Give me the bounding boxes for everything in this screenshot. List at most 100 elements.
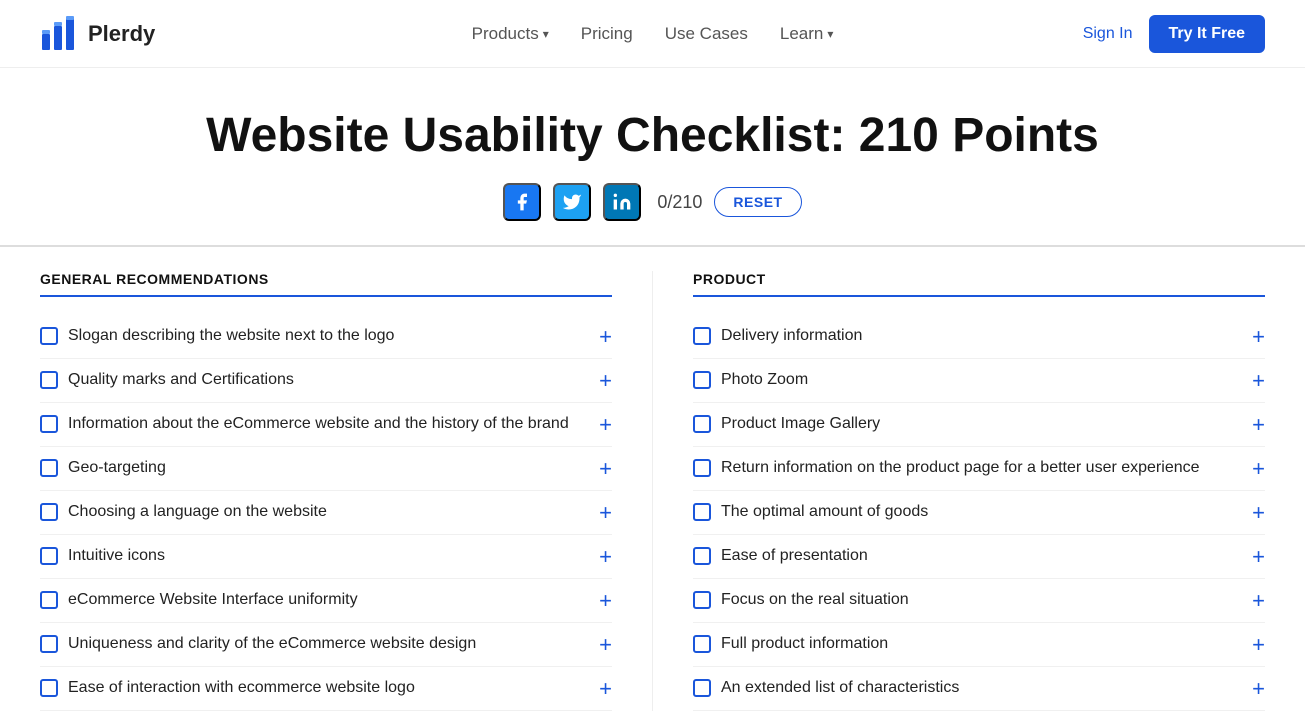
linkedin-icon <box>612 192 632 212</box>
add-note-button[interactable]: + <box>599 545 612 568</box>
checklist-item-label: Full product information <box>721 633 888 655</box>
add-note-button[interactable]: + <box>599 457 612 480</box>
logo-text: Plerdy <box>88 21 155 47</box>
checklist-item: Quality marks and Certifications + <box>40 359 612 403</box>
checklist-item-left: Full product information <box>693 633 1244 655</box>
checklist-item-left: Focus on the real situation <box>693 589 1244 611</box>
checklist-item-left: Ease of interaction with ecommerce websi… <box>40 677 591 699</box>
checklist-item-left: The optimal amount of goods <box>693 501 1244 523</box>
product-section-title: PRODUCT <box>693 271 1265 297</box>
checklist-item-label: Delivery information <box>721 325 862 347</box>
checklist-checkbox[interactable] <box>40 415 58 433</box>
checklist-item-label: Ease of interaction with ecommerce websi… <box>68 677 415 699</box>
nav-products[interactable]: Products ▾ <box>472 24 549 44</box>
checklist-checkbox[interactable] <box>693 371 711 389</box>
add-note-button[interactable]: + <box>1252 457 1265 480</box>
checklist-item-left: Intuitive icons <box>40 545 591 567</box>
add-note-button[interactable]: + <box>599 501 612 524</box>
checklist-checkbox[interactable] <box>40 327 58 345</box>
checklist-checkbox[interactable] <box>40 459 58 477</box>
nav-learn[interactable]: Learn ▾ <box>780 24 834 44</box>
facebook-icon <box>512 192 532 212</box>
checklist-item: An extended list of characteristics + <box>693 667 1265 711</box>
add-note-button[interactable]: + <box>599 369 612 392</box>
checklist-item: Photo Zoom + <box>693 359 1265 403</box>
add-note-button[interactable]: + <box>1252 369 1265 392</box>
checklist-item: Delivery information + <box>693 315 1265 359</box>
checklist-item: Choosing a language on the website + <box>40 491 612 535</box>
nav-use-cases[interactable]: Use Cases <box>665 24 748 44</box>
general-items-list: Slogan describing the website next to th… <box>40 315 612 711</box>
product-column: PRODUCT Delivery information + Photo Zoo… <box>652 271 1265 711</box>
checklist-checkbox[interactable] <box>693 547 711 565</box>
facebook-share-button[interactable] <box>503 183 541 221</box>
checklist-item: Information about the eCommerce website … <box>40 403 612 447</box>
checklist-item: Uniqueness and clarity of the eCommerce … <box>40 623 612 667</box>
progress-counter: 0/210 <box>657 192 702 213</box>
add-note-button[interactable]: + <box>1252 589 1265 612</box>
checklist-item-label: Geo-targeting <box>68 457 166 479</box>
checklist-item-left: Product Image Gallery <box>693 413 1244 435</box>
checklist-checkbox[interactable] <box>40 679 58 697</box>
hero-section: Website Usability Checklist: 210 Points … <box>0 68 1305 245</box>
chevron-down-icon: ▾ <box>543 27 549 41</box>
add-note-button[interactable]: + <box>599 325 612 348</box>
checklist-item: Ease of presentation + <box>693 535 1265 579</box>
checklist-wrapper: GENERAL RECOMMENDATIONS Slogan describin… <box>0 247 1305 711</box>
checklist-item-label: Choosing a language on the website <box>68 501 327 523</box>
nav-actions: Sign In Try It Free <box>1083 15 1265 53</box>
checklist-checkbox[interactable] <box>40 635 58 653</box>
twitter-share-button[interactable] <box>553 183 591 221</box>
checklist-item: Product Image Gallery + <box>693 403 1265 447</box>
checklist-checkbox[interactable] <box>40 547 58 565</box>
checklist-item-left: eCommerce Website Interface uniformity <box>40 589 591 611</box>
checklist-item-label: Ease of presentation <box>721 545 868 567</box>
checklist-checkbox[interactable] <box>693 591 711 609</box>
logo[interactable]: Plerdy <box>40 16 155 52</box>
add-note-button[interactable]: + <box>599 413 612 436</box>
checklist-item: Return information on the product page f… <box>693 447 1265 491</box>
checklist-item-left: Quality marks and Certifications <box>40 369 591 391</box>
logo-icon <box>40 16 80 52</box>
nav-links: Products ▾ Pricing Use Cases Learn ▾ <box>472 24 834 44</box>
checklist-item: Geo-targeting + <box>40 447 612 491</box>
add-note-button[interactable]: + <box>1252 545 1265 568</box>
checklist-item-label: Uniqueness and clarity of the eCommerce … <box>68 633 476 655</box>
nav-pricing[interactable]: Pricing <box>581 24 633 44</box>
checklist-checkbox[interactable] <box>40 503 58 521</box>
add-note-button[interactable]: + <box>1252 501 1265 524</box>
checklist-item-label: Photo Zoom <box>721 369 808 391</box>
sign-in-link[interactable]: Sign In <box>1083 25 1133 43</box>
try-free-button[interactable]: Try It Free <box>1149 15 1265 53</box>
reset-button[interactable]: RESET <box>714 187 801 217</box>
twitter-icon <box>562 192 582 212</box>
chevron-down-icon: ▾ <box>827 27 833 41</box>
add-note-button[interactable]: + <box>599 589 612 612</box>
checklist-checkbox[interactable] <box>40 371 58 389</box>
checklist-item-label: An extended list of characteristics <box>721 677 959 699</box>
checklist-checkbox[interactable] <box>693 635 711 653</box>
add-note-button[interactable]: + <box>599 633 612 656</box>
navbar: Plerdy Products ▾ Pricing Use Cases Lear… <box>0 0 1305 68</box>
add-note-button[interactable]: + <box>1252 413 1265 436</box>
add-note-button[interactable]: + <box>599 677 612 700</box>
checklist-checkbox[interactable] <box>693 459 711 477</box>
checklist-item-label: Return information on the product page f… <box>721 457 1200 479</box>
checklist-checkbox[interactable] <box>693 327 711 345</box>
checklist-item-left: Information about the eCommerce website … <box>40 413 591 435</box>
checklist-item-label: Slogan describing the website next to th… <box>68 325 394 347</box>
checklist-item-left: Geo-targeting <box>40 457 591 479</box>
checklist-item: eCommerce Website Interface uniformity + <box>40 579 612 623</box>
checklist-checkbox[interactable] <box>693 679 711 697</box>
checklist-checkbox[interactable] <box>693 415 711 433</box>
linkedin-share-button[interactable] <box>603 183 641 221</box>
checklist-item: Focus on the real situation + <box>693 579 1265 623</box>
page-title: Website Usability Checklist: 210 Points <box>20 108 1285 163</box>
checklist-checkbox[interactable] <box>40 591 58 609</box>
add-note-button[interactable]: + <box>1252 677 1265 700</box>
checklist-checkbox[interactable] <box>693 503 711 521</box>
hero-actions: 0/210 RESET <box>20 183 1285 221</box>
add-note-button[interactable]: + <box>1252 633 1265 656</box>
checklist-item-left: Choosing a language on the website <box>40 501 591 523</box>
add-note-button[interactable]: + <box>1252 325 1265 348</box>
